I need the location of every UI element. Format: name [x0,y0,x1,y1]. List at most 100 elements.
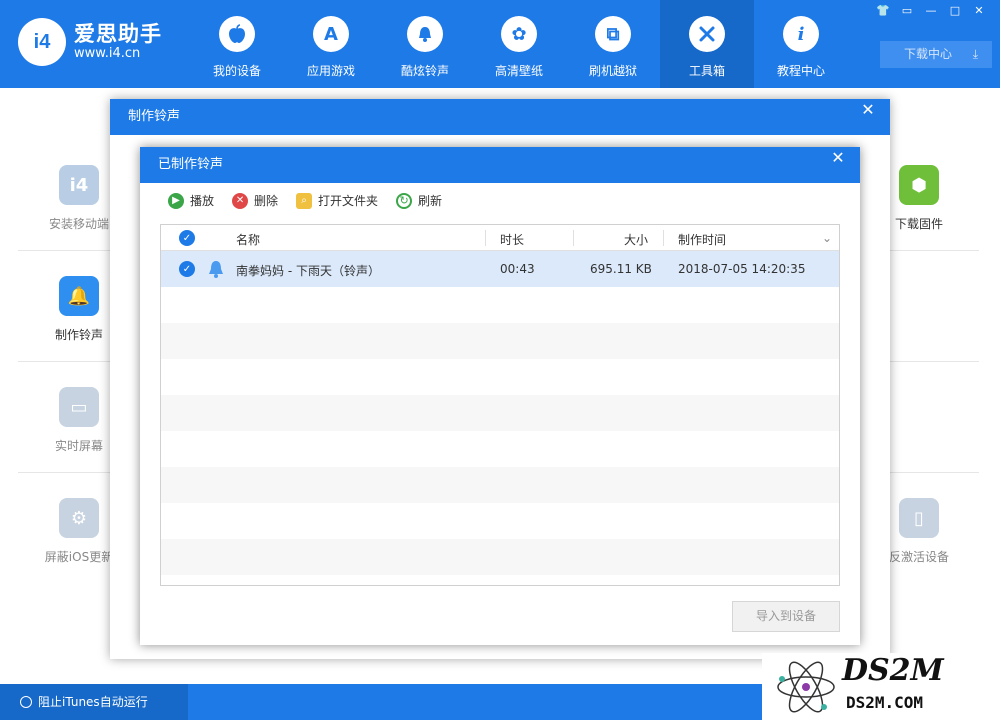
nav-flash-jailbreak[interactable]: ⧉ 刷机越狱 [566,0,660,88]
download-icon: ⤓ [972,47,978,61]
play-button[interactable]: ▶ 播放 [168,192,214,209]
skin-icon[interactable]: 👕 [874,4,892,18]
watermark-text: DS2M [842,653,944,688]
ringtone-size: 695.11 KB [590,262,652,276]
block-itunes-toggle[interactable]: 阻止iTunes自动运行 [0,684,188,720]
main-nav: 我的设备 A 应用游戏 酷炫铃声 ✿ 高清壁纸 ⧉ 刷机越狱 工具箱 i 教程中… [190,0,848,88]
nav-label: 酷炫铃声 [400,64,449,78]
nav-label: 我的设备 [212,64,261,78]
tablet-icon: ▯ [899,498,939,538]
empty-row [161,539,839,575]
column-name[interactable]: 名称 [236,231,260,248]
box-icon: ⬢ [899,165,939,205]
play-icon: ▶ [168,192,184,209]
app-logo: i4 爱思助手 www.i4.cn [18,18,162,66]
empty-row [161,323,839,359]
nav-toolbox[interactable]: 工具箱 [660,0,754,88]
i4-app-icon: i4 [59,165,99,205]
minimize-icon[interactable]: — [922,4,940,18]
bell-plus-icon: 🔔 [59,276,99,316]
column-divider [573,230,574,246]
nav-label: 刷机越狱 [588,64,637,78]
column-duration[interactable]: 时长 [500,231,524,248]
gear-icon: ⚙ [59,498,99,538]
table-row[interactable]: ✓ 南拳妈妈 - 下雨天（铃声） 00:43 695.11 KB 2018-07… [161,251,839,287]
nav-apps-games[interactable]: A 应用游戏 [284,0,378,88]
column-size[interactable]: 大小 [624,231,648,248]
nav-tutorials[interactable]: i 教程中心 [754,0,848,88]
column-divider [485,230,486,246]
maximize-icon[interactable]: □ [946,4,964,18]
row-checkbox[interactable]: ✓ [179,261,195,277]
empty-row [161,431,839,467]
divider [890,472,979,473]
divider [18,361,110,362]
window-controls: 👕 ▭ — □ ✕ [874,4,988,18]
watermark-url: DS2M.COM [846,693,924,712]
apple-icon [219,16,255,52]
watermark-logo: DS2M DS2M.COM [762,653,1000,720]
ringtone-duration: 00:43 [500,262,535,276]
refresh-icon: ↻ [396,192,413,209]
table-header: ✓ 名称 时长 大小 制作时间 ⌄ [161,225,839,251]
ringtone-toolbar: ▶ 播放 ✕ 删除 ⌕ 打开文件夹 ↻ 刷新 [168,192,442,209]
dialog-header: 制作铃声 ✕ [110,99,890,135]
empty-row [161,503,839,539]
made-ringtones-dialog: 已制作铃声 ✕ ▶ 播放 ✕ 删除 ⌕ 打开文件夹 ↻ 刷新 ✓ 名称 时长 大… [140,147,860,645]
close-icon[interactable]: ✕ [970,4,988,18]
flower-icon: ✿ [501,16,537,52]
atom-icon [777,661,835,713]
empty-row [161,359,839,395]
app-name: 爱思助手 [74,22,162,46]
nav-label: 教程中心 [776,64,825,78]
block-itunes-label: 阻止iTunes自动运行 [38,695,148,709]
dialog-header: 已制作铃声 ✕ [140,147,860,183]
dialog-title: 制作铃声 [128,109,181,124]
ringtone-name: 南拳妈妈 - 下雨天（铃声） [236,264,380,278]
refresh-button[interactable]: ↻ 刷新 [396,192,442,209]
play-label: 播放 [190,194,215,208]
nav-label: 高清壁纸 [494,64,543,78]
menu-icon[interactable]: ▭ [898,4,916,18]
import-to-device-button[interactable]: 导入到设备 [732,601,840,632]
close-icon[interactable]: ✕ [856,99,880,123]
top-bar: i4 爱思助手 www.i4.cn 我的设备 A 应用游戏 酷炫铃声 ✿ 高清壁… [0,0,1000,88]
delete-button[interactable]: ✕ 删除 [232,192,278,209]
nav-label: 工具箱 [688,64,725,78]
monitor-icon: ▭ [59,387,99,427]
empty-row [161,395,839,431]
folder-search-icon: ⌕ [296,192,313,209]
download-center-label: 下载中心 [904,47,953,61]
divider [890,361,979,362]
ringtone-table: ✓ 名称 时长 大小 制作时间 ⌄ ✓ 南拳妈妈 - 下雨天（铃声） 00:43… [160,224,840,586]
refresh-label: 刷新 [418,194,443,208]
logo-badge-icon: i4 [18,18,66,66]
close-icon[interactable]: ✕ [826,147,850,171]
open-folder-button[interactable]: ⌕ 打开文件夹 [296,192,378,209]
bell-icon [407,16,443,52]
radio-circle-icon [20,696,32,708]
nav-ringtones[interactable]: 酷炫铃声 [378,0,472,88]
divider [18,472,110,473]
dropbox-icon: ⧉ [595,16,631,52]
download-center-button[interactable]: 下载中心 ⤓ [880,41,992,68]
column-created-time[interactable]: 制作时间 [678,231,726,248]
select-all-checkbox[interactable]: ✓ [179,230,195,246]
divider [18,250,110,251]
delete-label: 删除 [254,194,279,208]
delete-icon: ✕ [232,192,249,209]
nav-my-device[interactable]: 我的设备 [190,0,284,88]
tools-icon [689,16,725,52]
app-store-icon: A [313,16,349,52]
info-icon: i [783,16,819,52]
empty-row [161,287,839,323]
chevron-down-icon[interactable]: ⌄ [822,231,832,245]
ringtone-created-time: 2018-07-05 14:20:35 [678,262,806,276]
column-divider [663,230,664,246]
divider [890,250,979,251]
app-url: www.i4.cn [74,46,141,61]
nav-wallpapers[interactable]: ✿ 高清壁纸 [472,0,566,88]
nav-label: 应用游戏 [306,64,355,78]
bell-icon [206,259,226,282]
empty-row [161,467,839,503]
